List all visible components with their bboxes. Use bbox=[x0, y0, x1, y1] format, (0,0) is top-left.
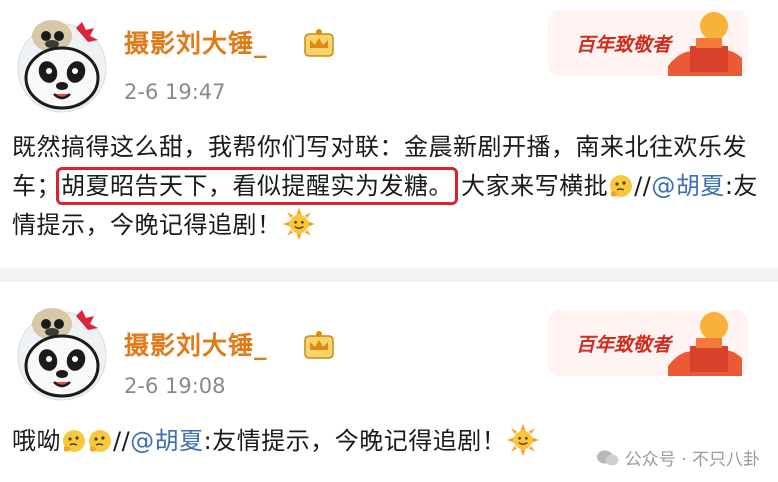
post-username[interactable]: 摄影刘大锤_ bbox=[124, 24, 268, 60]
watermark-text: 公众号 · 不只八卦 bbox=[624, 450, 760, 470]
post-content: 既然搞得这么甜，我帮你们写对联：金晨新剧开播，南来北往欢乐发车；胡夏昭告天下，看… bbox=[12, 128, 766, 245]
panda-pug-avatar-icon[interactable] bbox=[12, 302, 112, 402]
panda-pug-avatar-icon[interactable] bbox=[12, 14, 112, 114]
content-text: 大家来写横批 bbox=[461, 172, 609, 200]
watermark: 公众号 · 不只八卦 bbox=[596, 445, 760, 470]
badge-text: 百年致敬者 bbox=[576, 334, 672, 356]
crown-icon bbox=[302, 28, 336, 58]
thinking-emoji-icon bbox=[61, 428, 87, 454]
post-username[interactable]: 摄影刘大锤_ bbox=[124, 326, 268, 362]
mention-link[interactable]: @胡夏 bbox=[130, 427, 204, 455]
highlighted-text: 胡夏昭告天下，看似提醒实为发糖。 bbox=[56, 167, 458, 205]
thinking-emoji-icon bbox=[87, 428, 113, 454]
wechat-icon bbox=[596, 450, 619, 465]
post-timestamp: 2-6 19:47 bbox=[124, 80, 226, 104]
content-text: :友情提示，今晚记得追剧！ bbox=[203, 427, 507, 455]
post-timestamp: 2-6 19:08 bbox=[124, 374, 226, 398]
thinking-emoji-icon bbox=[608, 173, 634, 199]
post-divider bbox=[0, 268, 778, 282]
content-text: 哦呦 bbox=[12, 427, 61, 455]
sun-emoji-icon bbox=[506, 423, 540, 457]
repost-separator: // bbox=[113, 427, 131, 455]
crown-icon bbox=[302, 330, 336, 360]
mention-link[interactable]: @胡夏 bbox=[651, 172, 725, 200]
weibo-post: 摄影刘大锤_ 2-6 19:47 百年致敬者 既然搞得这么甜，我帮你们写对联：金… bbox=[0, 0, 778, 268]
repost-separator: // bbox=[634, 172, 652, 200]
sun-emoji-icon bbox=[282, 207, 316, 241]
badge-text: 百年致敬者 bbox=[576, 34, 672, 56]
